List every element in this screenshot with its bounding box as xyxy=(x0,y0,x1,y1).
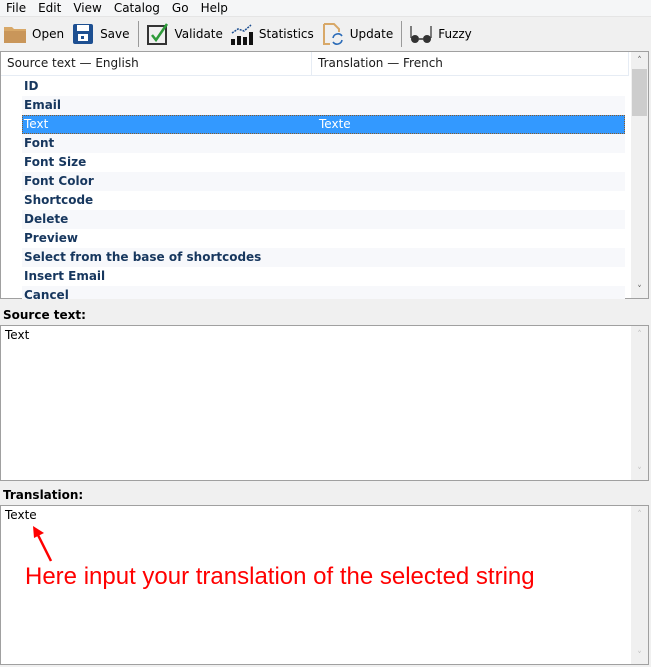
row-source-text: ID xyxy=(24,79,39,93)
statistics-button[interactable]: Statistics xyxy=(227,19,318,49)
save-label: Save xyxy=(100,27,130,41)
row-source-text: Cancel xyxy=(24,288,69,299)
open-button[interactable]: Open xyxy=(0,19,68,49)
list-rows: ID Email Text Texte Font Font Size Font Color S… xyxy=(1,77,629,299)
list-row[interactable]: Email xyxy=(22,96,625,115)
row-translation-text: Texte xyxy=(319,117,351,131)
translation-list: Source text — English Translation — Fren… xyxy=(0,51,649,299)
update-label: Update xyxy=(349,27,394,41)
row-translation-text xyxy=(313,191,625,210)
scroll-down-icon[interactable]: ˅ xyxy=(631,463,648,480)
toolbar-separator xyxy=(401,21,403,47)
list-scrollbar[interactable]: ˄ ˅ xyxy=(631,52,648,298)
row-translation-text xyxy=(313,77,625,96)
row-source-text: Preview xyxy=(24,231,79,245)
annotation-text: Here input your translation of the selec… xyxy=(25,563,535,590)
document-refresh-icon xyxy=(320,21,346,47)
statistics-label: Statistics xyxy=(258,27,314,41)
row-source-text: Font xyxy=(24,136,55,150)
row-translation-text xyxy=(313,96,625,115)
list-row[interactable]: ID xyxy=(22,77,625,96)
row-source-text: Email xyxy=(24,98,62,112)
annotation-arrow-icon xyxy=(33,526,53,562)
floppy-disk-icon xyxy=(70,21,96,47)
column-header-translation[interactable]: Translation — French xyxy=(312,52,629,76)
list-row[interactable]: Insert Email xyxy=(22,267,625,286)
toolbar: Open Save Validate Statistics Update Fuz… xyxy=(0,18,651,50)
list-row[interactable]: Text Texte xyxy=(22,115,625,134)
menu-file[interactable]: File xyxy=(0,0,32,17)
row-source-text: Delete xyxy=(24,212,69,226)
open-label: Open xyxy=(32,27,65,41)
row-source-text: Font Color xyxy=(24,174,94,188)
source-text-label: Source text: xyxy=(3,308,86,322)
source-text-pane: Text ˄ ˅ xyxy=(0,325,649,481)
translation-value[interactable]: Texte xyxy=(5,508,37,522)
menu-edit[interactable]: Edit xyxy=(32,0,67,17)
row-source-text: Text xyxy=(24,117,49,131)
menu-view[interactable]: View xyxy=(67,0,107,17)
row-translation-text xyxy=(313,153,625,172)
column-header-source[interactable]: Source text — English xyxy=(1,52,312,76)
source-text-value: Text xyxy=(5,328,30,342)
row-translation-text xyxy=(313,134,625,153)
row-translation-text xyxy=(313,248,625,267)
list-row[interactable]: Delete xyxy=(22,210,625,229)
row-source-text: Font Size xyxy=(24,155,87,169)
scroll-down-icon[interactable]: ˅ xyxy=(631,281,648,298)
list-row[interactable]: Font Color xyxy=(22,172,625,191)
scroll-up-icon[interactable]: ˄ xyxy=(631,52,648,69)
row-translation-text xyxy=(313,286,625,299)
fuzzy-label: Fuzzy xyxy=(438,27,472,41)
list-row[interactable]: Font xyxy=(22,134,625,153)
row-source-text: Insert Email xyxy=(24,269,106,283)
list-header: Source text — English Translation — Fren… xyxy=(1,52,629,76)
menu-help[interactable]: Help xyxy=(195,0,234,17)
row-translation-text xyxy=(313,267,625,286)
scrollbar-thumb[interactable] xyxy=(632,69,647,116)
checkbox-check-icon xyxy=(145,21,171,47)
list-row[interactable]: Font Size xyxy=(22,153,625,172)
translation-label: Translation: xyxy=(3,488,84,502)
validate-label: Validate xyxy=(174,27,223,41)
validate-button[interactable]: Validate xyxy=(143,19,227,49)
row-translation-text xyxy=(313,172,625,191)
row-source-text: Select from the base of shortcodes xyxy=(24,250,262,264)
row-translation-text xyxy=(313,210,625,229)
row-translation-text xyxy=(313,229,625,248)
list-row[interactable]: Shortcode xyxy=(22,191,625,210)
bar-chart-icon xyxy=(229,21,255,47)
glasses-icon xyxy=(408,21,434,47)
list-row[interactable]: Cancel xyxy=(22,286,625,299)
menu-bar: File Edit View Catalog Go Help xyxy=(0,0,651,17)
update-button[interactable]: Update xyxy=(318,19,397,49)
scroll-up-icon[interactable]: ˄ xyxy=(631,326,648,343)
scroll-down-icon[interactable]: ˅ xyxy=(631,647,648,664)
scroll-up-icon[interactable]: ˄ xyxy=(631,506,648,523)
list-row[interactable]: Select from the base of shortcodes xyxy=(22,248,625,267)
toolbar-separator xyxy=(137,21,139,47)
fuzzy-button[interactable]: Fuzzy xyxy=(406,19,476,49)
menu-catalog[interactable]: Catalog xyxy=(108,0,166,17)
menu-go[interactable]: Go xyxy=(166,0,195,17)
list-row[interactable]: Preview xyxy=(22,229,625,248)
save-button[interactable]: Save xyxy=(68,19,133,49)
translation-scrollbar[interactable]: ˄ ˅ xyxy=(631,506,648,664)
row-source-text: Shortcode xyxy=(24,193,94,207)
folder-icon xyxy=(2,21,28,47)
source-scrollbar[interactable]: ˄ ˅ xyxy=(631,326,648,480)
